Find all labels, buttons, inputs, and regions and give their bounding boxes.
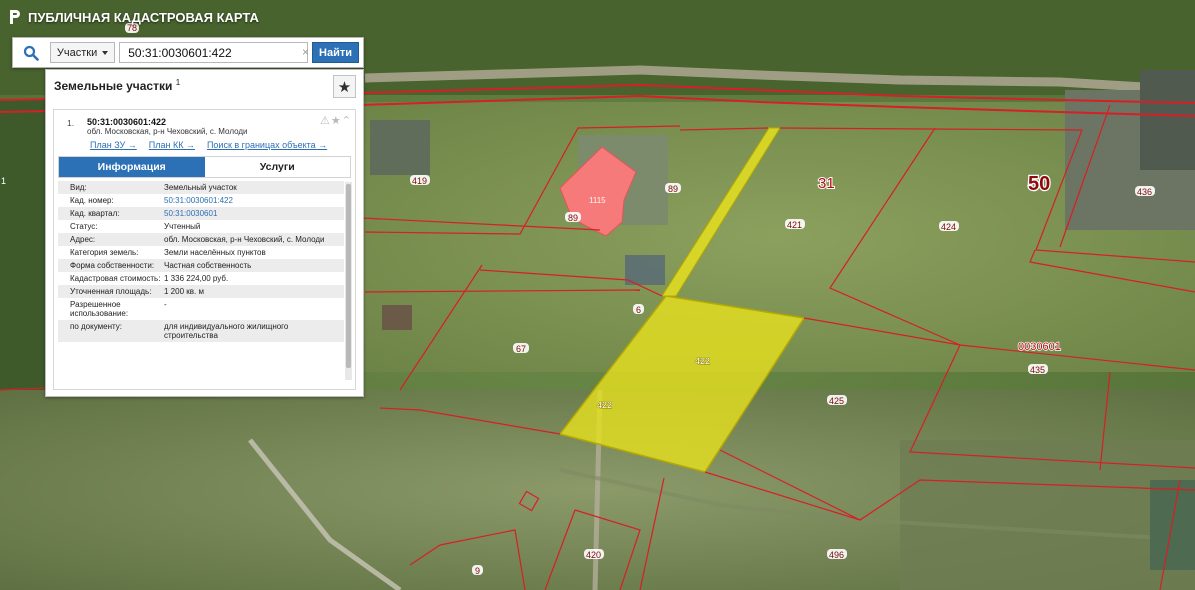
- result-tabs: Информация Услуги: [58, 156, 351, 178]
- shed: [382, 305, 412, 330]
- property-key: Разрешенное использование:: [70, 300, 129, 318]
- link-search-in-bounds[interactable]: Поиск в границах объекта →: [207, 140, 327, 150]
- plot-label-6: 6: [636, 305, 641, 315]
- property-key: Категория земель:: [70, 248, 139, 257]
- properties-scrollbar[interactable]: [345, 182, 352, 380]
- link-plan-zu[interactable]: План ЗУ →: [90, 140, 137, 150]
- results-title: Земельные участки 1: [54, 78, 180, 93]
- plot-label-422a: 422: [695, 356, 710, 366]
- property-key: Кадастровая стоимость:: [70, 274, 161, 283]
- tab-services[interactable]: Услуги: [204, 157, 350, 177]
- property-key: Статус:: [70, 222, 98, 231]
- plot-label-9: 9: [475, 566, 480, 576]
- plot-label-89b: 89: [568, 213, 578, 223]
- plot-label-67: 67: [516, 344, 526, 354]
- result-address: обл. Московская, р-н Чеховский, с. Молод…: [87, 127, 248, 136]
- result-number: 1.: [67, 118, 75, 128]
- collapse-icon[interactable]: ⌃: [342, 114, 351, 127]
- results-panel: Земельные участки 1 ★ 1. 50:31:0030601:4…: [45, 69, 364, 397]
- search-type-select[interactable]: Участки: [49, 42, 116, 63]
- app-logo-icon[interactable]: [8, 9, 22, 25]
- chevron-down-icon: [102, 50, 109, 55]
- property-value: обл. Московская, р-н Чеховский, с. Молод…: [164, 235, 325, 244]
- results-count: 1: [175, 78, 181, 87]
- clear-icon[interactable]: ×: [302, 46, 309, 58]
- property-value: для индивидуального жилищного строительс…: [164, 322, 289, 340]
- property-key: Кад. квартал:: [70, 209, 120, 218]
- property-key: Уточненная площадь:: [70, 287, 152, 296]
- property-key: Кад. номер:: [70, 196, 114, 205]
- property-row: Адрес: обл. Московская, р-н Чеховский, с…: [58, 233, 344, 246]
- properties-table: Вид: Земельный участок Кад. номер: 50:31…: [58, 181, 344, 342]
- property-value: Частная собственность: [164, 261, 252, 270]
- scrollbar-thumb[interactable]: [346, 184, 351, 368]
- property-row: Форма собственности: Частная собственнос…: [58, 259, 344, 272]
- house-roof: [370, 120, 430, 175]
- link-plan-kk[interactable]: План КК →: [149, 140, 195, 150]
- property-row: Вид: Земельный участок: [58, 181, 344, 194]
- search-input[interactable]: [119, 42, 309, 63]
- plot-label-420: 420: [586, 550, 601, 560]
- property-value-link[interactable]: 50:31:0030601: [164, 209, 344, 218]
- result-cadastral-number[interactable]: 50:31:0030601:422: [87, 117, 166, 127]
- plot-label-421: 421: [787, 220, 802, 230]
- plot-label-425: 425: [829, 396, 844, 406]
- app-title: ПУБЛИЧНАЯ КАДАСТРОВАЯ КАРТА: [28, 9, 259, 25]
- neighbor-house: [1140, 70, 1195, 170]
- region-label-50: 50: [1028, 173, 1050, 195]
- result-links: План ЗУ → План КК → Поиск в границах объ…: [90, 140, 327, 150]
- tab-info[interactable]: Информация: [59, 157, 205, 177]
- property-value: Учтенный: [164, 222, 201, 231]
- property-row: Категория земель: Земли населённых пункт…: [58, 246, 344, 259]
- building-label-1115: 1115: [589, 196, 606, 205]
- property-key: Форма собственности:: [70, 261, 155, 270]
- property-row: Кад. квартал: 50:31:0030601: [58, 207, 344, 220]
- property-row: Разрешенное использование: -: [58, 298, 344, 320]
- plot-label-424: 424: [941, 222, 956, 232]
- quarter-label-0030601: 0030601: [1018, 341, 1061, 353]
- property-row: по документу: для индивидуального жилищн…: [58, 320, 344, 342]
- property-value-link[interactable]: 50:31:0030601:422: [164, 196, 344, 205]
- plot-label-1: 1: [1, 176, 6, 186]
- search-icon[interactable]: [19, 40, 44, 66]
- property-row: Статус: Учтенный: [58, 220, 344, 233]
- property-row: Кадастровая стоимость: 1 336 224,00 руб.: [58, 272, 344, 285]
- search-button[interactable]: Найти: [312, 42, 360, 63]
- property-key: по документу:: [70, 322, 122, 331]
- property-row: Кад. номер: 50:31:0030601:422: [58, 194, 344, 207]
- plot-label-435: 435: [1030, 365, 1045, 375]
- app-header: ПУБЛИЧНАЯ КАДАСТРОВАЯ КАРТА: [8, 6, 259, 28]
- plot-label-496: 496: [829, 550, 844, 560]
- warning-icon[interactable]: ⚠: [320, 114, 330, 127]
- district-label-31: 31: [818, 175, 835, 192]
- greenhouse: [1150, 480, 1195, 570]
- property-value: -: [164, 300, 167, 309]
- results-title-text: Земельные участки: [54, 79, 173, 93]
- result-card[interactable]: 1. 50:31:0030601:422 обл. Московская, р-…: [53, 109, 356, 390]
- plot-label-422b: 422: [597, 400, 612, 410]
- search-bar: Участки × Найти: [12, 37, 364, 68]
- property-key: Адрес:: [70, 235, 96, 244]
- property-value: 1 200 кв. м: [164, 287, 204, 296]
- forest-patch: [0, 100, 48, 390]
- property-value: Земельный участок: [164, 183, 237, 192]
- result-actions: ⚠ ★ ⌃: [320, 114, 351, 127]
- property-value: 1 336 224,00 руб.: [164, 274, 229, 283]
- parked-cars: [625, 255, 665, 285]
- property-value: Земли населённых пунктов: [164, 248, 266, 257]
- favorites-star-icon[interactable]: ★: [333, 75, 356, 98]
- plot-label-436: 436: [1137, 187, 1152, 197]
- star-icon[interactable]: ★: [331, 114, 341, 127]
- plot-label-89a: 89: [668, 184, 678, 194]
- property-row: Уточненная площадь: 1 200 кв. м: [58, 285, 344, 298]
- plot-label-419: 419: [412, 176, 427, 186]
- property-key: Вид:: [70, 183, 87, 192]
- search-type-label: Участки: [56, 46, 98, 59]
